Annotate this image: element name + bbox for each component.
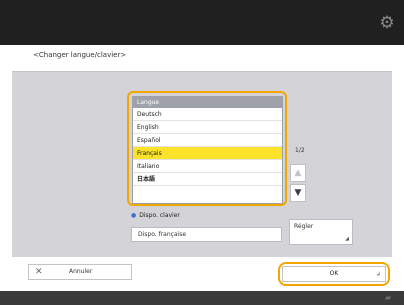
keyboard-layout-field: Dispo. française — [131, 227, 282, 242]
corner-arrow-icon: ◢ — [345, 236, 349, 242]
top-bar: ⚙ — [0, 0, 404, 45]
ok-button[interactable]: OK ↲ — [282, 266, 386, 282]
language-list: Langue Deutsch English Español Français … — [132, 96, 283, 204]
list-item-italiano[interactable]: Italiano — [133, 160, 282, 173]
bullet-icon: ● — [131, 212, 137, 219]
gear-icon[interactable]: ⚙ — [377, 13, 397, 33]
keyboard-layout-label: ● Dispo. clavier — [131, 212, 180, 219]
keyboard-layout-label-text: Dispo. clavier — [139, 212, 180, 219]
corner-arrow-icon: ↲ — [375, 271, 381, 278]
keyboard-settings-button[interactable]: Régler ◢ — [289, 219, 353, 245]
ok-label: OK — [329, 270, 339, 277]
list-item-francais[interactable]: Français — [133, 147, 282, 160]
page-title: <Changer langue/clavier> — [33, 51, 127, 59]
arrow-down-icon[interactable]: ▼ — [290, 184, 306, 202]
list-item-japanese[interactable]: 日本語 — [133, 173, 282, 186]
language-list-header: Langue — [133, 97, 282, 108]
close-icon: ✕ — [35, 267, 43, 277]
arrow-up-icon[interactable]: ▲ — [290, 164, 306, 182]
list-item-deutsch[interactable]: Deutsch — [133, 108, 282, 121]
list-item-espanol[interactable]: Español — [133, 134, 282, 147]
list-item-english[interactable]: English — [133, 121, 282, 134]
status-icon: ▰ — [385, 293, 392, 302]
keyboard-settings-label: Régler — [294, 223, 314, 230]
footer-bar: ▰ — [0, 291, 404, 305]
cancel-button[interactable]: ✕ Annuler — [28, 264, 132, 280]
page-indicator: 1/2 — [295, 147, 305, 154]
cancel-label: Annuler — [69, 268, 93, 275]
